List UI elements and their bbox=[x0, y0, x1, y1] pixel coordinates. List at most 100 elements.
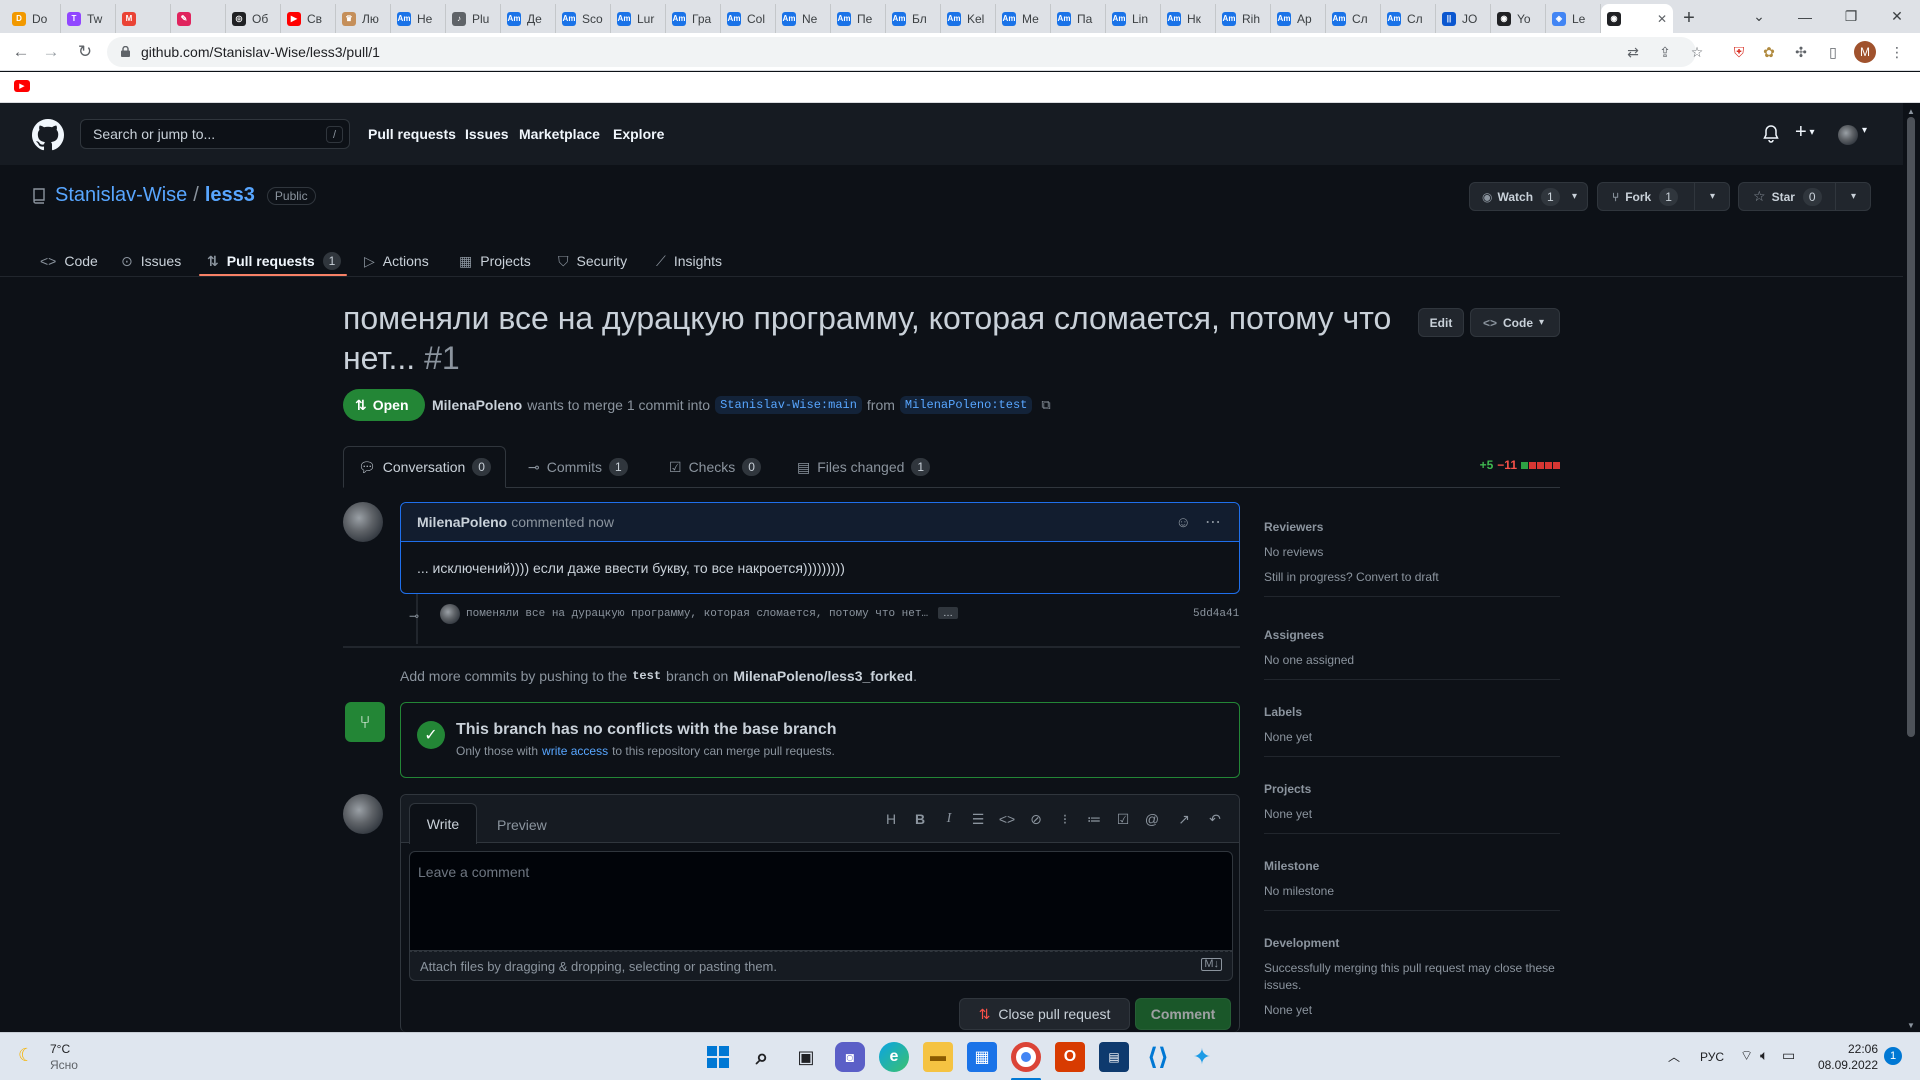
notification-bell-icon[interactable] bbox=[1763, 125, 1779, 143]
browser-tab[interactable]: Am Kel bbox=[941, 4, 996, 33]
sidebar-heading[interactable]: Projects bbox=[1264, 782, 1560, 796]
head-branch[interactable]: MilenaPoleno:test bbox=[899, 396, 1033, 414]
office-icon[interactable]: O bbox=[1055, 1042, 1085, 1072]
maximize-icon[interactable]: ❐ bbox=[1828, 0, 1874, 33]
bold-icon[interactable]: B bbox=[910, 809, 930, 829]
browser-tab-active[interactable]: ◉ ✕ bbox=[1601, 4, 1673, 33]
ublock-extension-icon[interactable]: ⛨ bbox=[1728, 41, 1750, 63]
sidebar-heading[interactable]: Assignees bbox=[1264, 628, 1560, 642]
code-icon[interactable]: <> bbox=[997, 809, 1017, 829]
link-icon[interactable]: ⊘ bbox=[1026, 809, 1046, 829]
new-tab-icon[interactable]: + bbox=[1673, 4, 1705, 33]
python-ide-icon[interactable]: ✦ bbox=[1187, 1042, 1217, 1072]
start-windows-icon[interactable] bbox=[703, 1042, 733, 1072]
nav-marketplace[interactable]: Marketplace bbox=[519, 126, 600, 142]
mention-icon[interactable]: @ bbox=[1142, 809, 1162, 829]
browser-tab[interactable]: ◎ Об bbox=[226, 4, 281, 33]
browser-tab[interactable]: Am Нк bbox=[1161, 4, 1216, 33]
chat-icon[interactable]: ◙ bbox=[835, 1042, 865, 1072]
translate-icon[interactable]: ⇄ bbox=[1622, 41, 1644, 63]
battery-icon[interactable]: ▭ bbox=[1782, 1047, 1795, 1064]
nav-explore[interactable]: Explore bbox=[613, 126, 664, 142]
page-scrollbar[interactable]: ▲ ▼ bbox=[1903, 103, 1920, 1032]
extension-icon[interactable]: ✿ bbox=[1758, 41, 1780, 63]
tab-code[interactable]: <> Code bbox=[40, 245, 98, 277]
nav-issues[interactable]: Issues bbox=[465, 126, 509, 142]
task-list-icon[interactable]: ☑ bbox=[1113, 809, 1133, 829]
watch-button[interactable]: ◉ Watch 1 ▾ bbox=[1469, 182, 1588, 211]
close-window-icon[interactable]: ✕ bbox=[1874, 0, 1920, 33]
browser-tab[interactable]: Am Col bbox=[721, 4, 776, 33]
browser-tab[interactable]: M bbox=[116, 4, 171, 33]
search-icon[interactable]: ⌕ bbox=[747, 1042, 777, 1072]
unordered-list-icon[interactable]: ⁝ bbox=[1055, 809, 1075, 829]
edit-title-button[interactable]: Edit bbox=[1418, 308, 1464, 337]
current-user-avatar[interactable] bbox=[343, 794, 383, 834]
minimize-icon[interactable]: — bbox=[1782, 0, 1828, 33]
clock-time[interactable]: 22:06 bbox=[1838, 1042, 1878, 1056]
expand-commit-button[interactable]: … bbox=[938, 607, 958, 619]
tab-pull-requests[interactable]: ⇅ Pull requests 1 bbox=[207, 245, 342, 277]
browser-tab[interactable]: Am Де bbox=[501, 4, 556, 33]
tab-checks[interactable]: ☑ Checks 0 bbox=[669, 446, 761, 488]
write-tab[interactable]: Write bbox=[409, 803, 477, 844]
tab-commits[interactable]: ⊸ Commits 1 bbox=[528, 446, 628, 488]
weather-temp[interactable]: 7°C bbox=[50, 1042, 70, 1056]
comment-button[interactable]: Comment bbox=[1135, 998, 1231, 1030]
scroll-up-icon[interactable]: ▲ bbox=[1907, 107, 1915, 116]
tab-issues[interactable]: ⊙ Issues bbox=[121, 245, 181, 277]
reply-icon[interactable]: ↶ bbox=[1205, 809, 1225, 829]
star-menu-chevron-icon[interactable]: ▾ bbox=[1851, 191, 1856, 202]
scrollbar-thumb[interactable] bbox=[1907, 117, 1915, 737]
share-icon[interactable]: ⇪ bbox=[1654, 41, 1676, 63]
microsoft-store-icon[interactable]: ▦ bbox=[967, 1042, 997, 1072]
nav-pull-requests[interactable]: Pull requests bbox=[368, 126, 456, 142]
extensions-puzzle-icon[interactable]: ✣ bbox=[1790, 41, 1812, 63]
clock-date[interactable]: 08.09.2022 bbox=[1812, 1058, 1878, 1072]
markdown-icon[interactable]: M↓ bbox=[1201, 958, 1222, 971]
bookmark-star-icon[interactable]: ☆ bbox=[1686, 41, 1708, 63]
browser-tab[interactable]: Am Ме bbox=[996, 4, 1051, 33]
heading-icon[interactable]: H bbox=[881, 809, 901, 829]
tab-search-icon[interactable]: ⌄ bbox=[1736, 0, 1782, 33]
browser-tab[interactable]: Am Не bbox=[391, 4, 446, 33]
browser-tab[interactable]: D Do bbox=[6, 4, 61, 33]
browser-tab[interactable]: ♛ Лю bbox=[336, 4, 391, 33]
tab-insights[interactable]: ⟋ Insights bbox=[656, 245, 722, 277]
write-access-link[interactable]: write access bbox=[542, 744, 608, 758]
tab-projects[interactable]: ▦ Projects bbox=[459, 245, 531, 277]
star-button[interactable]: ☆ Star 0 ▾ bbox=[1738, 182, 1871, 211]
base-branch[interactable]: Stanislav-Wise:main bbox=[715, 396, 862, 414]
browser-tab[interactable]: Am Sco bbox=[556, 4, 611, 33]
fork-repo-link[interactable]: MilenaPoleno/less3_forked bbox=[733, 668, 913, 684]
browser-tab[interactable]: Am Бл bbox=[886, 4, 941, 33]
sidebar-heading[interactable]: Labels bbox=[1264, 705, 1560, 719]
browser-tab[interactable]: ◈ Le bbox=[1546, 4, 1601, 33]
browser-tab[interactable]: Am Rih bbox=[1216, 4, 1271, 33]
commit-author-avatar[interactable] bbox=[440, 604, 460, 624]
search-input[interactable]: Search or jump to... / bbox=[80, 119, 350, 149]
ordered-list-icon[interactable]: ≔ bbox=[1084, 809, 1104, 829]
sidebar-value[interactable]: Still in progress? Convert to draft bbox=[1264, 569, 1560, 586]
forward-icon[interactable]: → bbox=[38, 39, 64, 65]
browser-tab[interactable]: Am Сл bbox=[1381, 4, 1436, 33]
italic-icon[interactable]: I bbox=[939, 809, 959, 829]
browser-tab[interactable]: Am Па bbox=[1051, 4, 1106, 33]
sidebar-heading[interactable]: Reviewers bbox=[1264, 520, 1560, 534]
browser-tab[interactable]: Am Пе bbox=[831, 4, 886, 33]
close-tab-icon[interactable]: ✕ bbox=[1657, 12, 1667, 26]
pr-author-link[interactable]: MilenaPoleno bbox=[432, 397, 522, 413]
code-dropdown-button[interactable]: <> Code ▾ bbox=[1470, 308, 1560, 337]
preview-tab[interactable]: Preview bbox=[497, 817, 547, 833]
weather-moon-icon[interactable]: ☾ bbox=[18, 1045, 34, 1066]
show-hidden-icons-chevron-icon[interactable]: ︿ bbox=[1668, 1048, 1680, 1065]
tab-actions[interactable]: ▷ Actions bbox=[364, 245, 429, 277]
fork-button[interactable]: ⑂ Fork 1 ▾ bbox=[1597, 182, 1730, 211]
sidebar-heading[interactable]: Development bbox=[1264, 936, 1560, 950]
browser-tab[interactable]: Am Lin bbox=[1106, 4, 1161, 33]
edge-browser-icon[interactable]: e bbox=[879, 1042, 909, 1072]
copy-icon[interactable]: ⧉ bbox=[1041, 397, 1050, 413]
attach-files-area[interactable]: Attach files by dragging & dropping, sel… bbox=[409, 951, 1233, 981]
browser-tab[interactable]: ◉ Yo bbox=[1491, 4, 1546, 33]
profile-avatar[interactable]: M bbox=[1854, 41, 1876, 63]
